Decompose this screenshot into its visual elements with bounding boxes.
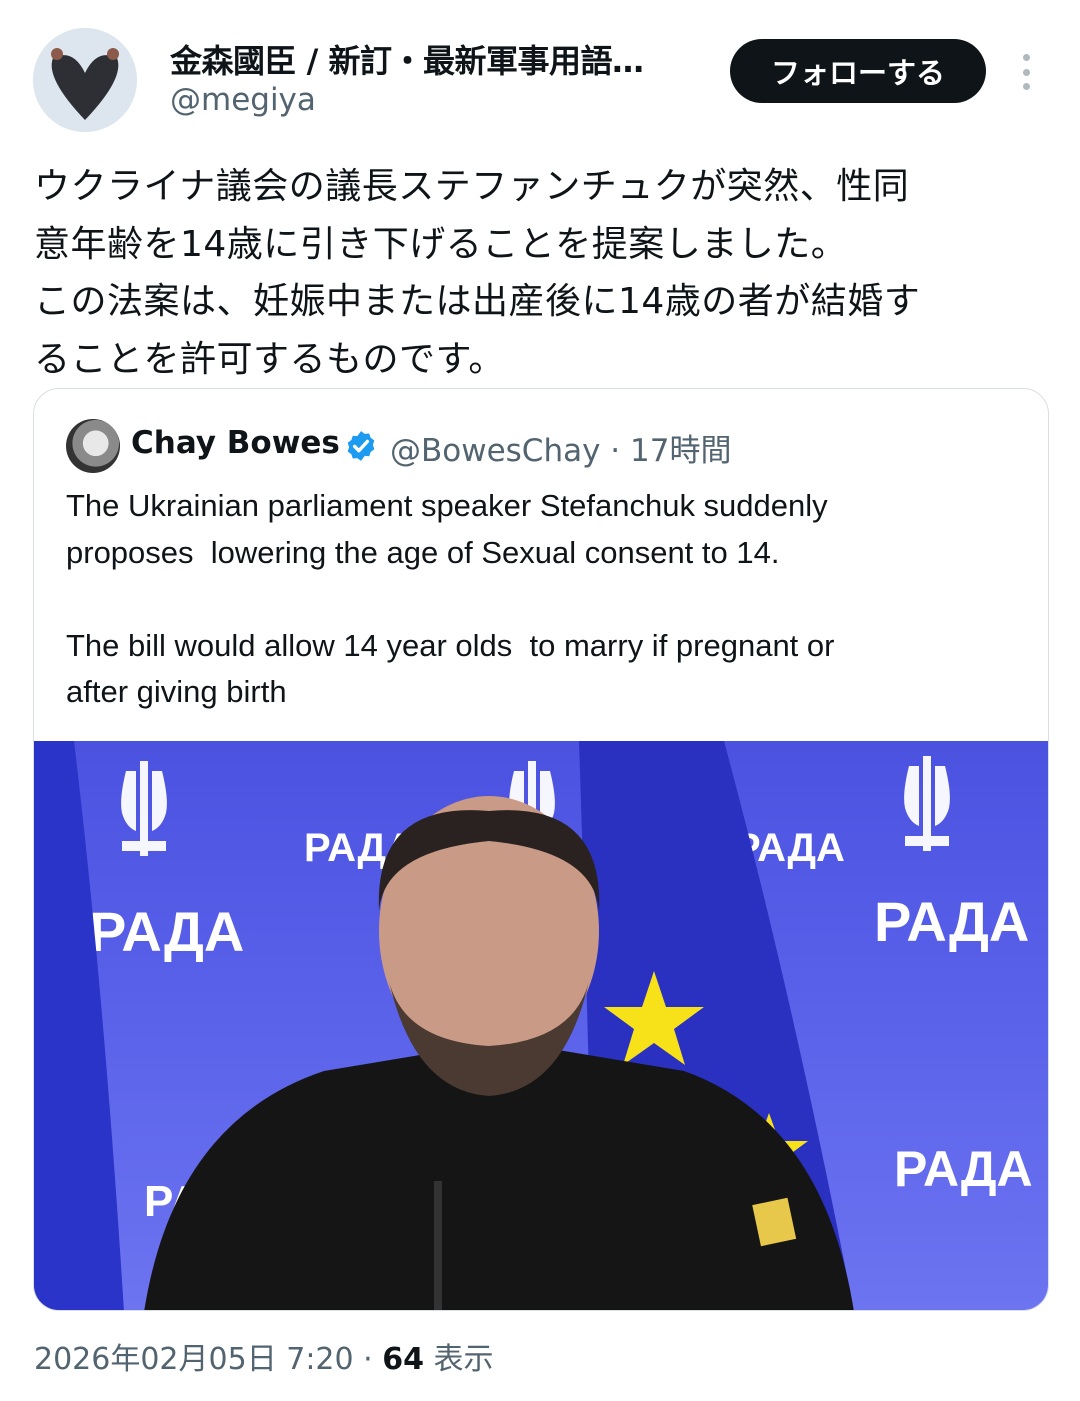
quoted-author-handle-time[interactable]: @BowesChay · 17時間: [390, 425, 731, 470]
tweet-text: ウクライナ議会の議長ステファンチュクが突然、性同 意年齢を14歳に引き下げること…: [34, 166, 921, 380]
photo-illustration: РАДА РАДА РАДА РАДА РАДА РАДА: [34, 741, 1033, 1310]
quoted-author-name[interactable]: Chay Bowes: [131, 425, 340, 461]
timestamp[interactable]: 2026年02月05日 7:20: [34, 1342, 354, 1377]
view-label: 表示: [423, 1342, 494, 1377]
quoted-tweet-text: The Ukrainian parliament speaker Stefanc…: [66, 488, 835, 709]
quoted-author-avatar[interactable]: [66, 419, 120, 473]
quoted-tweet-card[interactable]: Chay Bowes @BowesChay · 17時間 The Ukraini…: [33, 388, 1049, 1311]
author-avatar[interactable]: [33, 28, 137, 132]
photo-label-4: РАДА: [874, 890, 1029, 953]
avatar-image: [33, 28, 137, 132]
meta-separator: ·: [353, 1342, 383, 1377]
photo-label-1: РАДА: [89, 900, 244, 963]
follow-button[interactable]: フォローする: [730, 39, 986, 103]
quoted-tweet-photo[interactable]: РАДА РАДА РАДА РАДА РАДА РАДА: [34, 741, 1048, 1310]
author-handle[interactable]: @megiya: [170, 82, 316, 118]
verified-badge-icon: [347, 431, 375, 461]
photo-label-5: РАДА: [894, 1141, 1033, 1197]
more-options-icon[interactable]: [1012, 50, 1040, 94]
view-count: 64: [382, 1342, 424, 1377]
tweet-meta: 2026年02月05日 7:20 · 64 表示: [34, 1334, 494, 1378]
author-name[interactable]: 金森國臣 / 新訂・最新軍事用語…: [170, 36, 700, 82]
